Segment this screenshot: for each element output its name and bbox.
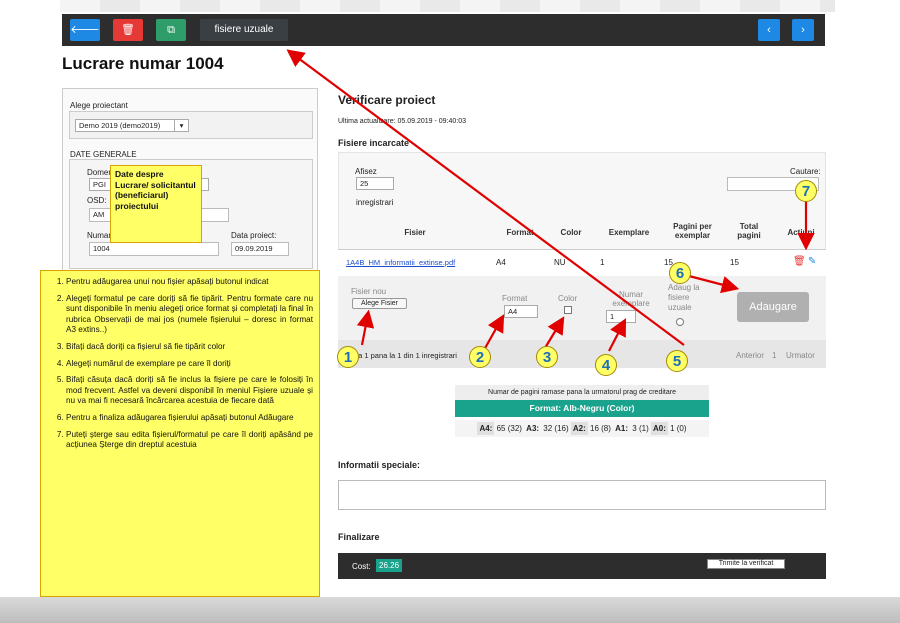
col-color[interactable]: Color [556, 228, 586, 237]
step-6: Pentru a finaliza adăugarea fișierului a… [66, 413, 313, 424]
marker-4: 4 [595, 354, 617, 376]
page-top-strip [60, 0, 835, 12]
files-heading: Fisiere incarcate [338, 138, 410, 148]
verify-title: Verificare proiect [338, 93, 436, 107]
step-4: Alegeți numărul de exemplare pe care îl … [66, 359, 313, 370]
step-3: Bifați dacă doriți ca fișierul să fie ti… [66, 342, 313, 353]
col-actions: Actiuni [787, 228, 815, 237]
credit-value-a1: 3 (1) [632, 424, 649, 433]
domain-label: Domen [87, 168, 113, 177]
choose-file-button[interactable]: Alege Fisier [352, 298, 407, 309]
credit-values: A4: 65 (32) A3: 32 (16) A2: 16 (8) A1: 3… [455, 420, 709, 437]
file-link[interactable]: 1A4B_HM_informatii_extinse.pdf [346, 258, 455, 267]
col-total[interactable]: Total pagini [732, 222, 766, 240]
marker-5: 5 [666, 350, 688, 372]
step-1: Pentru adăugarea unui nou fișier apăsați… [66, 277, 313, 288]
tab-fisiere-uzuale[interactable]: fisiere uzuale [200, 19, 288, 41]
arrow-left-icon: 🡐 [70, 24, 100, 36]
last-update: Ultima actualizare: 05.09.2019 - 09:40:0… [338, 118, 467, 125]
chevron-left-icon: ‹ [767, 24, 771, 36]
taskbar [0, 597, 900, 623]
number-label: Numar [87, 231, 112, 240]
finalize-title: Finalizare [338, 532, 380, 542]
col-file[interactable]: Fisier [400, 228, 430, 237]
marker-6: 6 [669, 262, 691, 284]
marker-1: 1 [337, 346, 359, 368]
chevron-right-icon: › [801, 24, 805, 36]
steps-callout: Pentru adăugarea unui nou fișier apăsați… [40, 270, 320, 597]
designer-select[interactable]: Demo 2019 (demo2019) [75, 119, 189, 132]
credit-format-header: Format: Alb-Negru (Color) [455, 400, 709, 417]
step-5: Bifați căsuța dacă doriți să fie inclus … [66, 375, 313, 407]
step-2: Alegeți formatul pe care doriți să fie t… [66, 294, 313, 336]
chevron-down-icon[interactable]: ▾ [174, 119, 189, 132]
format-label: Format [502, 294, 528, 303]
date-field[interactable]: 09.09.2019 [231, 242, 289, 256]
special-info-label: Informatii speciale: [338, 460, 421, 470]
marker-2: 2 [469, 346, 491, 368]
credit-label-a1: A1: [615, 424, 629, 433]
special-info-textarea[interactable] [338, 480, 826, 510]
number-field[interactable]: 1004 [89, 242, 219, 256]
toolbar: 🡐 🗑 ⧉ fisiere uzuale ‹ › [62, 14, 825, 46]
credit-value-a2: 16 (8) [590, 424, 611, 433]
prev-record-button[interactable]: ‹ [758, 19, 780, 41]
submit-button[interactable]: Trimite la verificat [707, 559, 785, 569]
credit-caption: Numar de pagini ramase pana la urmatorul… [455, 385, 709, 400]
trash-icon[interactable]: 🗑 [793, 256, 806, 267]
add-usual-checkbox[interactable] [676, 318, 684, 326]
row-copies: 1 [600, 258, 605, 267]
credit-value-a0: 1 (0) [670, 424, 687, 433]
records-label: inregistrari [356, 198, 394, 207]
col-format[interactable]: Format [505, 228, 535, 237]
add-button[interactable]: Adaugare [737, 292, 809, 322]
marker-7: 7 [795, 180, 817, 202]
col-copies[interactable]: Exemplare [604, 228, 654, 237]
delete-button[interactable]: 🗑 [113, 19, 143, 41]
edit-icon[interactable]: ✎ [808, 256, 816, 267]
pager-prev[interactable]: Anterior [736, 351, 764, 360]
copies-select[interactable]: 1 [606, 310, 636, 323]
credit-label-a2: A2: [570, 422, 588, 435]
row-total: 15 [730, 258, 739, 267]
general-section-label: DATE GENERALE [70, 150, 137, 159]
step-7: Puteți șterge sau edita fișierul/formatu… [66, 430, 313, 451]
osd-label: OSD: [87, 196, 107, 205]
col-pages[interactable]: Pagini per exemplar [665, 222, 720, 240]
copy-button[interactable]: ⧉ [156, 19, 186, 41]
credit-value-a4: 65 (32) [496, 424, 522, 433]
add-usual-label: Adaug la fisiere uzuale [668, 283, 700, 312]
copies-label: Numar exemplare [612, 290, 650, 308]
credit-label-a0: A0: [650, 422, 668, 435]
pager-info: de la 1 pana la 1 din 1 inregistrari [346, 351, 457, 360]
credit-value-a3: 32 (16) [543, 424, 569, 433]
cost-label: Cost: [352, 562, 371, 571]
pager-page[interactable]: 1 [772, 351, 776, 360]
trash-icon: 🗑 [121, 24, 135, 36]
search-label: Cautare: [790, 167, 821, 176]
back-button[interactable]: 🡐 [70, 19, 100, 41]
row-color: NU [554, 258, 566, 267]
next-record-button[interactable]: › [792, 19, 814, 41]
pager-next[interactable]: Urmator [786, 351, 815, 360]
copy-icon: ⧉ [167, 24, 175, 36]
color-checkbox[interactable] [564, 306, 572, 314]
credit-label-a3: A3: [526, 424, 540, 433]
show-label: Afisez [355, 167, 377, 176]
designer-label: Alege proiectant [70, 101, 128, 110]
credit-label-a4: A4: [477, 422, 495, 435]
date-label: Data proiect: [231, 231, 277, 240]
color-label: Color [558, 294, 578, 303]
marker-3: 3 [536, 346, 558, 368]
new-file-label: Fisier nou [351, 287, 387, 296]
cost-value: 26.26 [376, 559, 403, 572]
format-select[interactable]: A4 [504, 305, 538, 318]
page-size-select[interactable]: 25 [356, 177, 394, 190]
callout-general-data: Date despre Lucrare/ solicitantul (benef… [110, 165, 202, 243]
row-format: A4 [496, 258, 506, 267]
page-title: Lucrare numar 1004 [62, 54, 224, 73]
